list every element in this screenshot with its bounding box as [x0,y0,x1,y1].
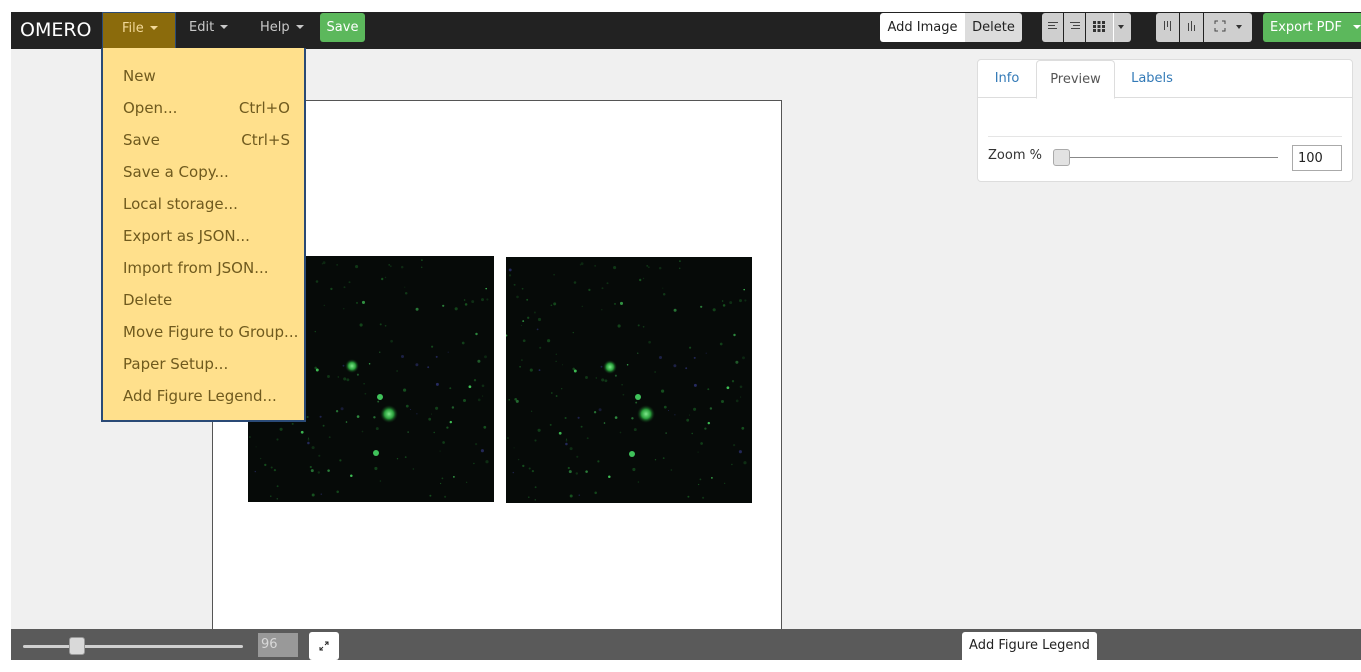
zoom-slider-track[interactable] [1061,157,1278,158]
menu-item-save-copy[interactable]: Save a Copy... [103,156,304,188]
align-right-icon [1069,14,1081,29]
canvas-zoom-slider-handle[interactable] [69,637,85,655]
help-menu-button[interactable]: Help [252,12,312,49]
figure-app: OMERO File Edit Help Save Add Image Dele… [11,12,1361,660]
menu-item-move-to-group[interactable]: Move Figure to Group... [103,316,304,348]
align-bottom-icon [1186,14,1198,31]
menu-item-add-legend[interactable]: Add Figure Legend... [103,380,304,412]
zoom-slider-handle[interactable] [1053,149,1070,166]
grid-icon [1092,14,1105,32]
menu-item-paper-setup[interactable]: Paper Setup... [103,348,304,380]
export-pdf-label: Export PDF [1270,20,1343,35]
chevron-down-icon [1353,25,1361,29]
menu-item-import-json[interactable]: Import from JSON... [103,252,304,284]
menu-item-label: Export as JSON... [123,227,250,245]
menu-item-new[interactable]: New [103,60,304,92]
menu-item-open[interactable]: Open... Ctrl+O [103,92,304,124]
chevron-down-icon [220,25,229,29]
add-image-button[interactable]: Add Image [880,13,965,42]
button-divider [1113,13,1115,42]
delete-button[interactable]: Delete [965,13,1022,42]
chevron-down-icon [295,25,304,29]
align-top-button[interactable] [1156,13,1179,42]
microscopy-image [506,257,752,503]
divider [988,136,1342,137]
bottom-toolbar: 96 Add Figure Legend [11,629,1361,660]
align-left-icon [1047,14,1059,29]
file-menu-label: File [122,21,144,36]
zoom-to-fit-button[interactable] [309,632,339,660]
properties-panel: Info Preview Labels Zoom % [977,59,1353,182]
top-navbar: OMERO File Edit Help Save Add Image Dele… [11,12,1361,49]
tab-info[interactable]: Info [984,60,1030,99]
add-figure-legend-button[interactable]: Add Figure Legend [962,632,1097,660]
menu-item-label: Add Figure Legend... [123,387,277,405]
menu-item-save[interactable]: Save Ctrl+S [103,124,304,156]
menu-item-shortcut: Ctrl+O [238,99,290,117]
file-dropdown-menu: New Open... Ctrl+O Save Ctrl+S Save a Copy… [101,48,306,422]
menu-item-label: Paper Setup... [123,355,229,373]
align-bottom-button[interactable] [1180,13,1203,42]
menu-item-label: Import from JSON... [123,259,269,277]
zoom-input[interactable] [1292,145,1342,171]
menu-item-shortcut: Ctrl+S [241,131,290,149]
menu-item-label: Save a Copy... [123,163,229,181]
fullscreen-icon [1214,14,1226,32]
help-menu-label: Help [260,20,290,35]
panel-tabs: Info Preview Labels [978,60,1352,99]
edit-menu-button[interactable]: Edit [181,12,236,49]
dropdown-caret-icon [1118,25,1125,29]
zoom-label: Zoom % [988,148,1042,163]
canvas-zoom-slider-track[interactable] [23,645,243,648]
file-menu-button[interactable]: File [102,12,176,49]
menu-item-delete[interactable]: Delete [103,284,304,316]
expand-icon [317,639,331,653]
chevron-down-icon [149,26,158,30]
edit-menu-label: Edit [189,20,215,35]
tab-labels[interactable]: Labels [1121,60,1183,99]
export-pdf-button[interactable]: Export PDF [1263,13,1361,42]
grid-layout-button[interactable] [1086,13,1131,42]
align-top-icon [1162,14,1174,31]
align-left-button[interactable] [1042,13,1063,42]
menu-item-label: Move Figure to Group... [123,323,299,341]
menu-item-local-storage[interactable]: Local storage... [103,188,304,220]
save-button[interactable]: Save [320,13,365,42]
brand-logo: OMERO [20,19,92,41]
image-panel-2[interactable] [506,257,752,503]
menu-item-label: Delete [123,291,173,309]
menu-item-label: New [123,67,156,85]
tab-preview[interactable]: Preview [1036,60,1115,99]
menu-item-export-json[interactable]: Export as JSON... [103,220,304,252]
dropdown-caret-icon [1235,25,1242,29]
align-right-button[interactable] [1064,13,1085,42]
menu-item-label: Open... [123,99,178,117]
menu-item-label: Local storage... [123,195,238,213]
canvas-zoom-value[interactable]: 96 [258,633,298,657]
resize-menu-button[interactable] [1204,13,1252,42]
menu-item-label: Save [123,131,160,149]
